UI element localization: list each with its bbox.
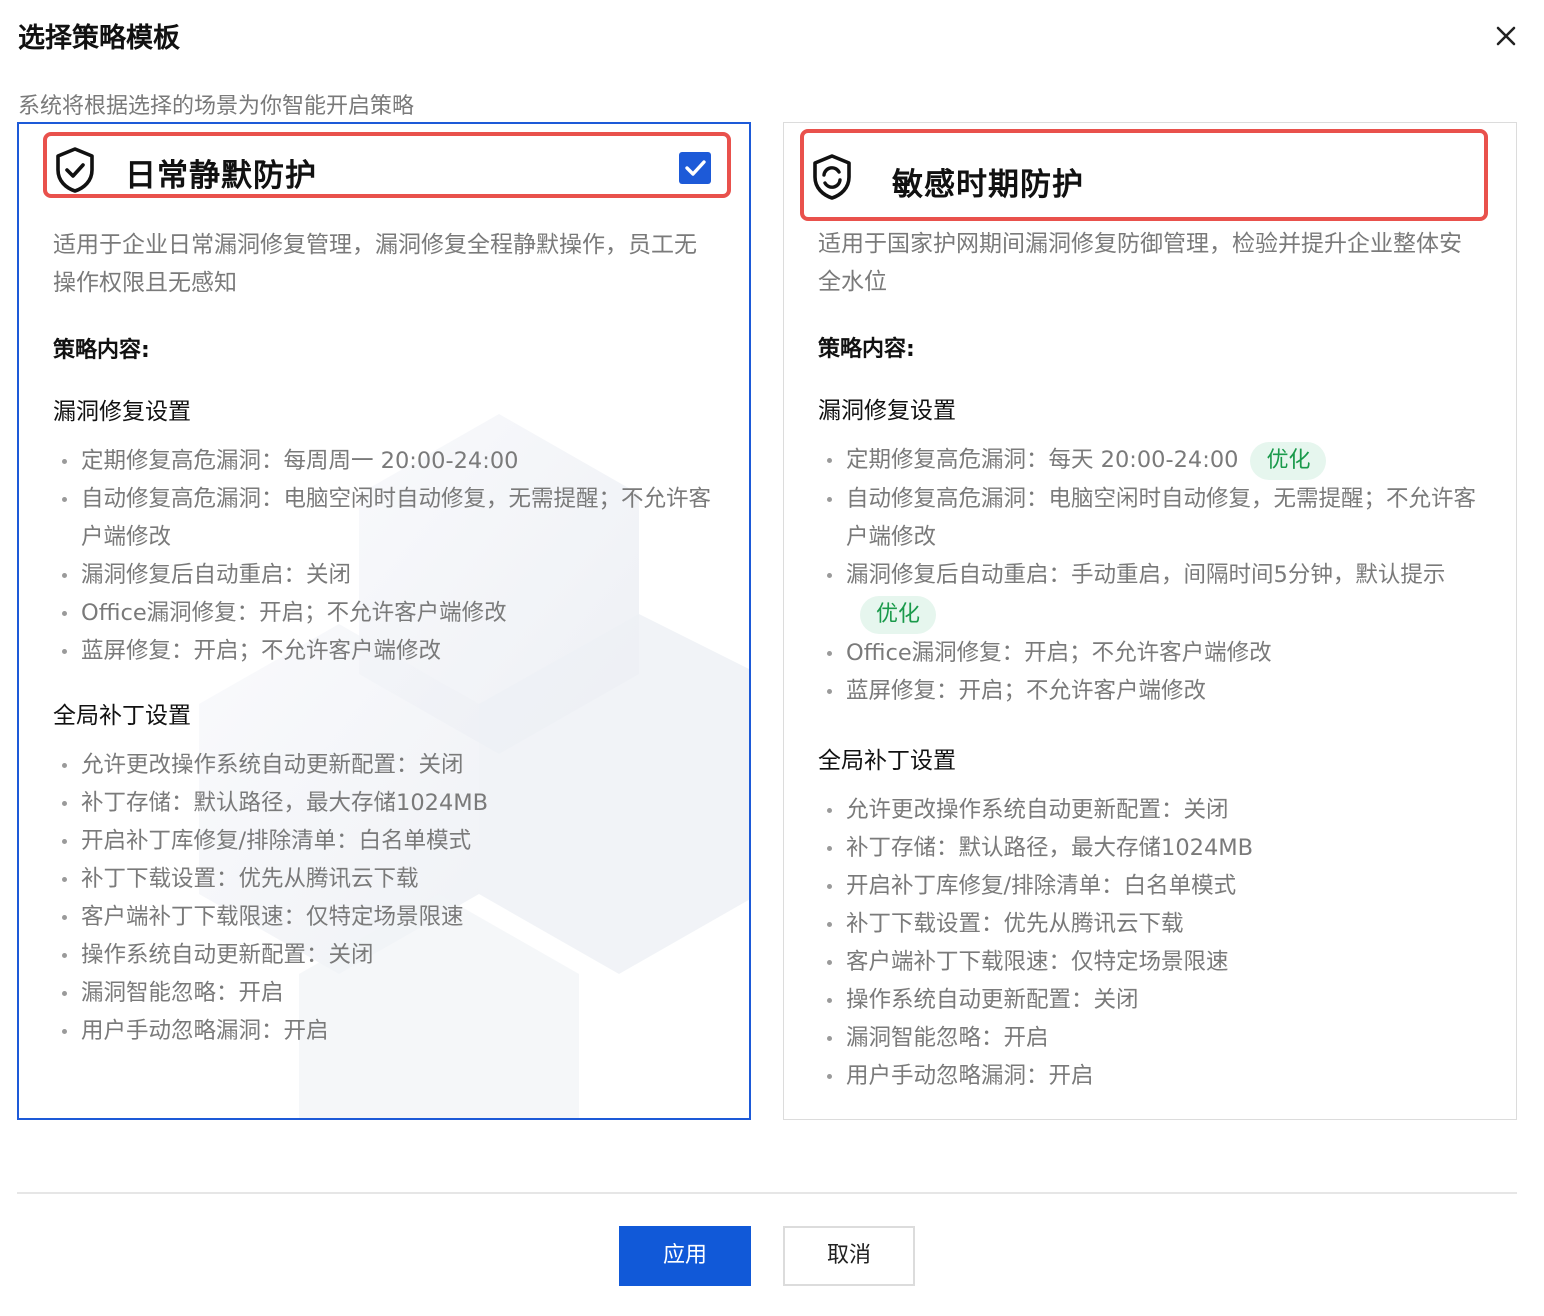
shield-refresh-icon	[813, 154, 851, 200]
list-item: 操作系统自动更新配置：关闭	[53, 936, 713, 974]
list-item: 定期修复高危漏洞：每周周一 20:00-24:00	[53, 442, 713, 480]
list-item-text: 漏洞修复后自动重启：手动重启，间隔时间5分钟，默认提示	[846, 561, 1446, 588]
card-title: 日常静默防护	[125, 158, 317, 194]
list-item: 开启补丁库修复/排除清单：白名单模式	[818, 867, 1478, 905]
close-button[interactable]	[1488, 18, 1524, 54]
patch-settings-title: 全局补丁设置	[53, 703, 191, 729]
list-item: 允许更改操作系统自动更新配置：关闭	[818, 791, 1478, 829]
dialog-title: 选择策略模板	[18, 23, 180, 54]
list-item: 蓝屏修复：开启；不允许客户端修改	[818, 672, 1478, 710]
list-item: Office漏洞修复：开启；不允许客户端修改	[818, 634, 1478, 672]
patch-settings-list: 允许更改操作系统自动更新配置：关闭 补丁存储：默认路径，最大存储1024MB 开…	[818, 791, 1478, 1095]
cancel-button[interactable]: 取消	[783, 1226, 915, 1286]
list-item: 客户端补丁下载限速：仅特定场景限速	[818, 943, 1478, 981]
dialog-subtitle: 系统将根据选择的场景为你智能开启策略	[18, 94, 415, 119]
vuln-settings-title: 漏洞修复设置	[818, 398, 956, 424]
card-header-daily[interactable]: 日常静默防护	[43, 132, 731, 198]
optimize-badge: 优化	[1250, 441, 1327, 480]
patch-settings-list: 允许更改操作系统自动更新配置：关闭 补丁存储：默认路径，最大存储1024MB 开…	[53, 746, 713, 1050]
list-item: 补丁存储：默认路径，最大存储1024MB	[53, 784, 713, 822]
list-item: 自动修复高危漏洞：电脑空闲时自动修复，无需提醒；不允许客户端修改	[53, 480, 713, 556]
list-item: 用户手动忽略漏洞：开启	[818, 1057, 1478, 1095]
strategy-content-label: 策略内容:	[53, 338, 150, 363]
template-card-sensitive[interactable]: 敏感时期防护 适用于国家护网期间漏洞修复防御管理，检验并提升企业整体安全水位 策…	[783, 122, 1517, 1120]
list-item: 漏洞智能忽略：开启	[818, 1019, 1478, 1057]
list-item: 定期修复高危漏洞：每天 20:00-24:00 优化	[818, 441, 1478, 480]
card-description: 适用于企业日常漏洞修复管理，漏洞修复全程静默操作，员工无操作权限且无感知	[53, 232, 697, 296]
list-item: Office漏洞修复：开启；不允许客户端修改	[53, 594, 713, 632]
vuln-settings-list: 定期修复高危漏洞：每天 20:00-24:00 优化 自动修复高危漏洞：电脑空闲时…	[818, 441, 1478, 710]
shield-check-icon	[56, 147, 94, 193]
list-item: 补丁下载设置：优先从腾讯云下载	[818, 905, 1478, 943]
list-item: 补丁存储：默认路径，最大存储1024MB	[818, 829, 1478, 867]
close-icon	[1496, 26, 1516, 46]
list-item: 蓝屏修复：开启；不允许客户端修改	[53, 632, 713, 670]
strategy-content-label: 策略内容:	[818, 337, 915, 362]
list-item: 漏洞修复后自动重启：关闭	[53, 556, 713, 594]
list-item: 漏洞修复后自动重启：手动重启，间隔时间5分钟，默认提示优化	[818, 556, 1478, 634]
selected-checkbox[interactable]	[679, 152, 711, 184]
card-title: 敏感时期防护	[892, 167, 1084, 203]
list-item: 用户手动忽略漏洞：开启	[53, 1012, 713, 1050]
list-item: 开启补丁库修复/排除清单：白名单模式	[53, 822, 713, 860]
footer-divider	[17, 1192, 1517, 1194]
apply-button[interactable]: 应用	[619, 1226, 751, 1286]
vuln-settings-list: 定期修复高危漏洞：每周周一 20:00-24:00 自动修复高危漏洞：电脑空闲时…	[53, 442, 713, 670]
list-item: 允许更改操作系统自动更新配置：关闭	[53, 746, 713, 784]
list-item: 客户端补丁下载限速：仅特定场景限速	[53, 898, 713, 936]
card-header-sensitive[interactable]: 敏感时期防护	[800, 129, 1488, 221]
list-item: 操作系统自动更新配置：关闭	[818, 981, 1478, 1019]
patch-settings-title: 全局补丁设置	[818, 748, 956, 774]
template-card-daily[interactable]: 日常静默防护 适用于企业日常漏洞修复管理，漏洞修复全程静默操作，员工无操作权限且…	[17, 122, 751, 1120]
list-item: 自动修复高危漏洞：电脑空闲时自动修复，无需提醒；不允许客户端修改	[818, 480, 1478, 556]
list-item-text: 定期修复高危漏洞：每天 20:00-24:00	[846, 447, 1239, 473]
vuln-settings-title: 漏洞修复设置	[53, 399, 191, 425]
list-item: 漏洞智能忽略：开启	[53, 974, 713, 1012]
card-description: 适用于国家护网期间漏洞修复防御管理，检验并提升企业整体安全水位	[818, 231, 1462, 295]
check-icon	[685, 160, 706, 176]
list-item: 补丁下载设置：优先从腾讯云下载	[53, 860, 713, 898]
optimize-badge: 优化	[860, 595, 937, 634]
